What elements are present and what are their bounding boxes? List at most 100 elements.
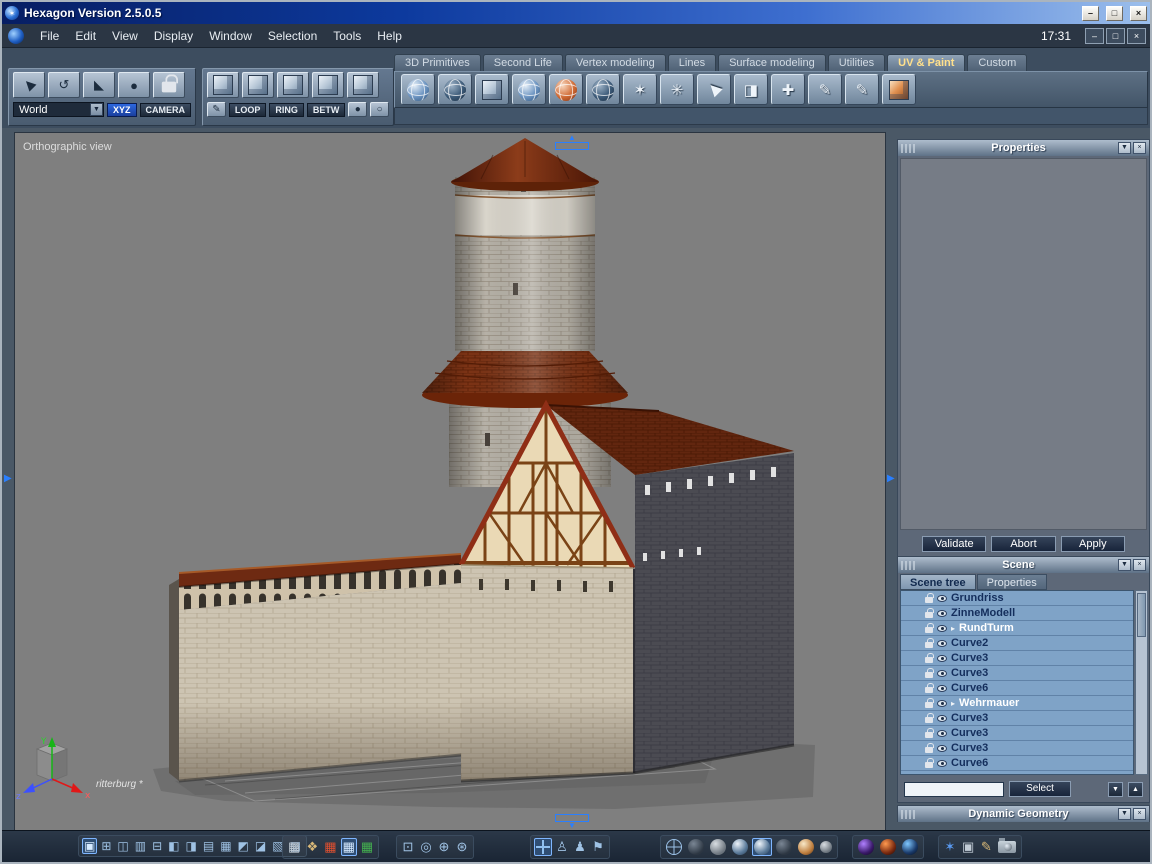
scene-tree-row[interactable]: Curve6 [901,681,1133,696]
layout-2v-button[interactable]: ◫ [115,838,130,854]
scrollbar-thumb[interactable] [1137,593,1146,637]
select-faces-button[interactable] [277,72,309,98]
panel-close-icon[interactable]: × [1133,808,1146,820]
texture-cube-tool[interactable] [882,74,916,105]
scene-tree-row[interactable]: Curve3 [901,726,1133,741]
menu-edit[interactable]: Edit [67,24,104,47]
expand-arrow-icon[interactable]: ▸ [951,699,955,708]
scene-panel-header[interactable]: Scene ▼ × [898,557,1149,573]
eye-icon[interactable] [937,730,947,737]
scene-tree-row[interactable]: Curve3 [901,666,1133,681]
eye-icon[interactable] [937,625,947,632]
render-button[interactable] [996,838,1018,856]
scroll-down-button[interactable]: ▼ [1108,782,1123,797]
minimize-button[interactable]: – [1082,6,1099,21]
uv-pin-tool[interactable]: ✳ [660,74,694,105]
lock-icon[interactable] [925,612,933,618]
validate-button[interactable]: Validate [922,536,986,552]
lock-icon[interactable] [925,762,933,768]
eye-icon[interactable] [937,670,947,677]
coordinate-space-dropdown[interactable]: World ▼ [13,102,104,117]
backface-mode-button[interactable] [796,838,816,856]
properties-panel-header[interactable]: Properties ▼ × [898,140,1149,156]
chevron-down-icon[interactable]: ▼ [90,103,103,116]
material-ball-3-button[interactable] [900,838,920,856]
eye-icon[interactable] [937,655,947,662]
uv-spherical-projection-tool[interactable] [438,74,472,105]
flat-shade-mode-button[interactable] [708,838,728,856]
panel-close-icon[interactable]: × [1133,559,1146,571]
menu-display[interactable]: Display [146,24,201,47]
layers-button[interactable]: ▣ [960,838,976,856]
scene-scrollbar[interactable] [1135,590,1148,775]
snap-tool-button[interactable]: ♙ [554,838,570,856]
menu-tools[interactable]: Tools [325,24,369,47]
pan-view-button[interactable]: ⊛ [454,838,470,856]
tab-custom[interactable]: Custom [967,54,1027,71]
lock-icon[interactable] [925,732,933,738]
lock-icon[interactable] [925,627,933,633]
eye-icon[interactable] [937,685,947,692]
hidden-line-mode-button[interactable] [686,838,706,856]
app-maximize-button[interactable]: □ [1106,28,1125,44]
lock-icon[interactable] [925,597,933,603]
bottom-splitter-handle[interactable]: ▼ [555,814,589,830]
layout-single-button[interactable]: ▣ [82,838,97,854]
select-button[interactable]: Select [1009,781,1071,797]
material-ball-1-button[interactable] [856,838,876,856]
textured-wire-mode-button[interactable] [774,838,794,856]
uv-torus-projection-tool[interactable] [549,74,583,105]
app-minimize-button[interactable]: – [1085,28,1104,44]
drag-grip-icon[interactable] [901,561,917,570]
xyz-button[interactable]: XYZ [107,103,137,117]
menu-view[interactable]: View [104,24,146,47]
paint-brush-tool[interactable]: ✎ [808,74,842,105]
lowres-mode-button[interactable] [818,838,834,856]
uv-sphere-unwrap-tool[interactable] [401,74,435,105]
rectangle-select-button[interactable]: ⊡ [400,838,416,856]
grow-selection-button[interactable]: ● [348,102,367,117]
layout-left-button[interactable]: ◧ [166,838,181,854]
lock-icon[interactable] [925,657,933,663]
tab-3d-primitives[interactable]: 3D Primitives [394,54,481,71]
scene-tree-list[interactable]: Grundriss ZinneModell ▸RundTurm Curve2 C… [900,590,1134,775]
scene-tree-row[interactable]: Curve2 [901,636,1133,651]
circle-select-button[interactable]: ◎ [418,838,434,856]
panel-menu-icon[interactable]: ▼ [1118,559,1131,571]
checker-red-button[interactable]: ▦ [322,838,338,856]
tab-scene-properties[interactable]: Properties [977,574,1047,590]
lock-icon[interactable] [925,702,933,708]
select-points-button[interactable] [207,72,239,98]
material-tag-button[interactable]: ❖ [304,838,320,856]
eye-icon[interactable] [937,700,947,707]
uv-cylinder-projection-tool[interactable] [512,74,546,105]
select-object-button[interactable] [312,72,344,98]
expand-arrow-icon[interactable]: ▸ [951,624,955,633]
menu-help[interactable]: Help [369,24,410,47]
tab-utilities[interactable]: Utilities [828,54,885,71]
select-edges-button[interactable] [242,72,274,98]
eye-icon[interactable] [937,595,947,602]
tab-vertex-modeling[interactable]: Vertex modeling [565,54,666,71]
select-arrow-tool[interactable]: ▶ [13,72,45,98]
right-splitter-arrow-icon[interactable]: ▶ [887,474,895,484]
cone-tool[interactable]: ◣ [83,72,115,98]
layout-grid-button[interactable]: ▦ [218,838,233,854]
scene-tree-row[interactable]: Curve3 [901,711,1133,726]
uv-mirror-tool[interactable]: ◨ [734,74,768,105]
universal-manipulator-button[interactable] [534,838,552,856]
tab-scene-tree[interactable]: Scene tree [900,574,976,590]
layout-2h-button[interactable]: ▥ [133,838,148,854]
wireframe-mode-button[interactable] [664,838,684,856]
layout-right-button[interactable]: ◨ [184,838,199,854]
scene-tree-row[interactable]: ZinneModell [901,606,1133,621]
lock-icon[interactable] [925,642,933,648]
panel-menu-icon[interactable]: ▼ [1118,142,1131,154]
smoothing-toggle-button[interactable]: ✶ [942,838,958,856]
drag-grip-icon[interactable] [901,144,917,153]
viewport-3d[interactable]: Y x z Orthographic view ritterburg * ▲ ▼ [14,132,886,832]
apply-button[interactable]: Apply [1061,536,1125,552]
textured-mode-button[interactable] [752,838,772,856]
scene-tree-row[interactable]: Curve3 [901,651,1133,666]
scene-tree-row[interactable]: ▸RundTurm [901,621,1133,636]
